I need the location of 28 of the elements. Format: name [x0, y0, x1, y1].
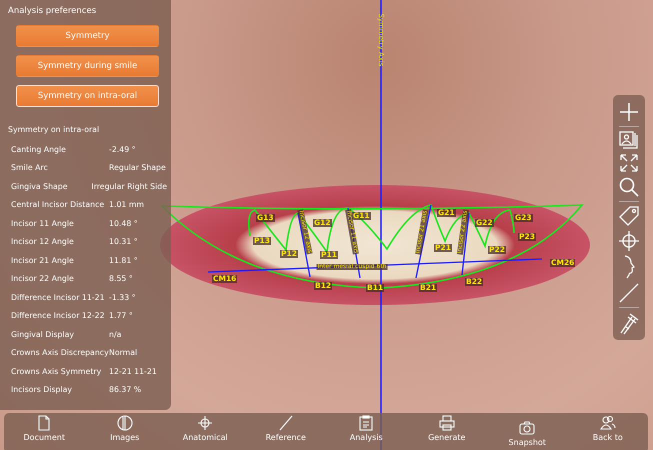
half-circle-icon: [116, 415, 133, 431]
panel-title: Analysis preferences: [8, 6, 98, 16]
camera-icon: [519, 420, 536, 436]
people-icon: [600, 415, 616, 431]
clipboard-icon: [358, 415, 374, 431]
toolbar-button[interactable]: Snapshot: [497, 420, 558, 447]
toolbar-button[interactable]: Generate: [416, 415, 477, 442]
preference-button[interactable]: Symmetry during smile: [16, 55, 159, 77]
toolbar-button[interactable]: Images: [94, 415, 155, 442]
crosshair-icon[interactable]: [618, 230, 640, 252]
toolbar-button[interactable]: Anatomical: [175, 415, 236, 442]
toolbar-button[interactable]: Analysis: [336, 415, 396, 442]
toolbar-button[interactable]: Document: [14, 415, 74, 442]
tag-icon[interactable]: [618, 204, 640, 226]
photos-icon[interactable]: [618, 130, 640, 150]
search-icon[interactable]: [618, 176, 640, 198]
plus-icon[interactable]: [618, 100, 640, 122]
toolbar-button[interactable]: Back to: [578, 415, 638, 442]
preference-button[interactable]: Symmetry: [16, 25, 159, 47]
expand-icon[interactable]: [619, 152, 639, 172]
line-icon: [278, 415, 294, 431]
line-icon[interactable]: [618, 282, 640, 304]
preference-button[interactable]: Symmetry on intra-oral: [16, 85, 159, 107]
printer-icon: [438, 415, 455, 431]
toolbar-button[interactable]: Reference: [256, 415, 316, 442]
crosshair-icon: [197, 415, 214, 431]
document-icon: [36, 415, 52, 431]
caliper-icon[interactable]: [618, 310, 640, 334]
